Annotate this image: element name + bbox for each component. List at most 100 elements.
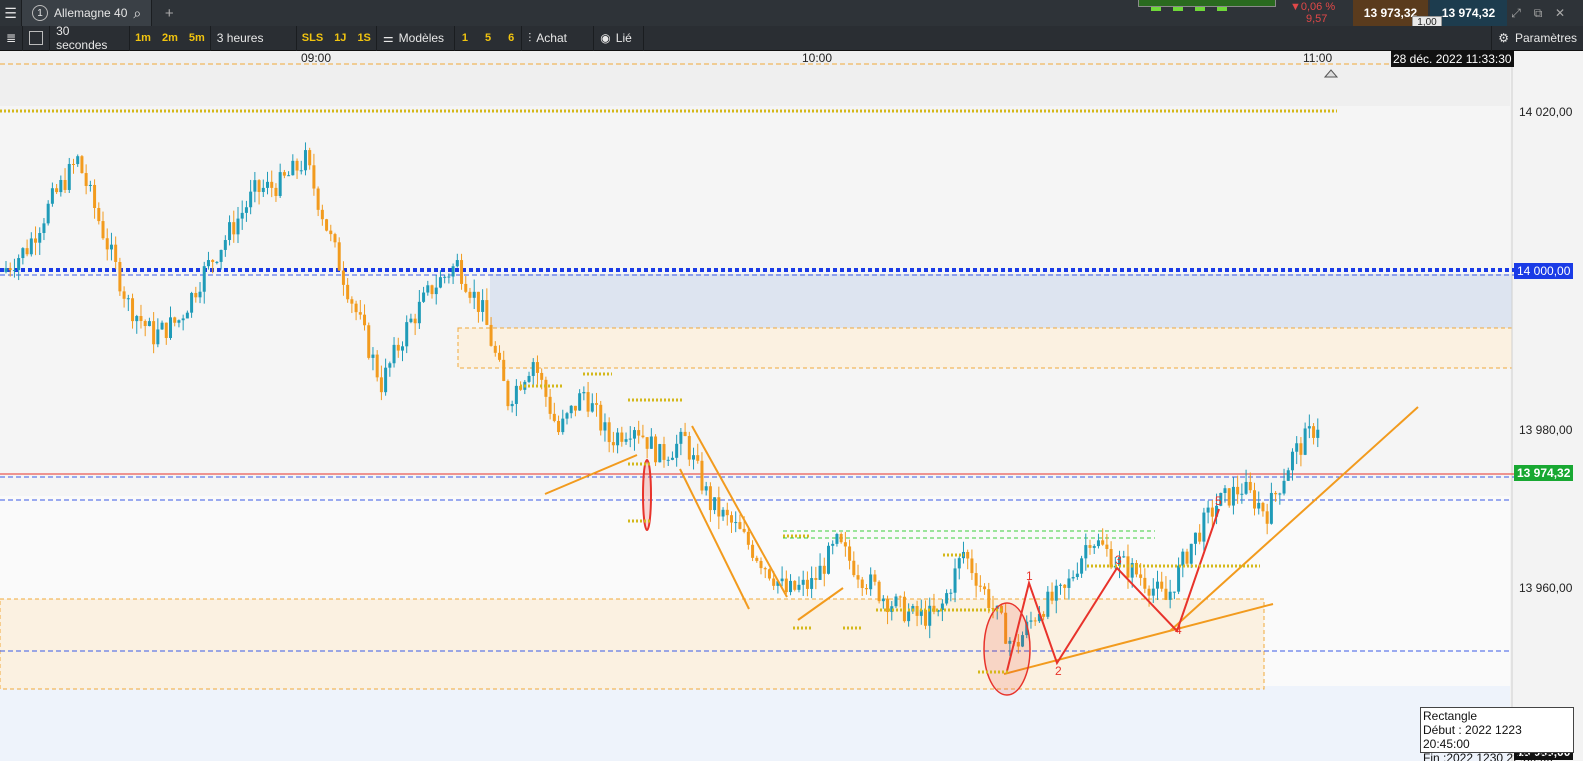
candle-body: [839, 534, 843, 543]
candle-body: [346, 284, 350, 300]
candle-body: [88, 184, 92, 186]
settings-button[interactable]: ⚙ Paramètres: [1491, 25, 1583, 51]
tf-5m-button[interactable]: 5m: [186, 32, 208, 44]
candle-body: [455, 260, 459, 267]
wave-label-2[interactable]: 2: [1055, 664, 1062, 678]
candle-body: [1193, 532, 1197, 544]
candle-body: [400, 346, 404, 351]
linked-label: Lié: [615, 31, 632, 45]
candle-body: [1286, 470, 1290, 481]
settings-label: Paramètres: [1514, 31, 1577, 45]
candle-body: [320, 209, 324, 220]
candle-body: [244, 207, 248, 213]
candle-body: [367, 325, 371, 358]
buy-button[interactable]: ⫶ Achat: [522, 25, 595, 51]
orange-zone-upper: [457, 327, 1513, 369]
candle-body: [793, 580, 797, 590]
candle-body: [780, 578, 784, 582]
candle-body: [590, 403, 594, 412]
candle-body: [261, 187, 265, 192]
instrument-tab[interactable]: 1 Allemagne 40 ⌕: [22, 0, 153, 26]
candle-body: [409, 318, 413, 323]
candle-body: [628, 438, 632, 440]
candle-body: [797, 584, 801, 590]
hamburger-icon[interactable]: ☰: [0, 0, 22, 26]
candle-body: [498, 352, 501, 360]
candle-body: [295, 160, 299, 171]
candle-body: [649, 436, 653, 449]
linked-button[interactable]: ◉ Lié: [594, 25, 645, 51]
red-ellipse-large[interactable]: [983, 602, 1031, 696]
candle-body: [101, 221, 105, 239]
candle-body: [34, 238, 38, 243]
candle-body: [29, 238, 33, 255]
candle-body: [84, 173, 88, 186]
candle-body: [759, 560, 763, 569]
candle-body: [987, 589, 991, 608]
blue-zone: [490, 274, 1512, 329]
popout-icon[interactable]: ⧉: [1527, 0, 1549, 26]
candle-body: [1042, 613, 1046, 617]
range-select[interactable]: 3 heures: [211, 25, 297, 51]
candle-body: [1316, 429, 1320, 438]
tf-1j-button[interactable]: 1J: [331, 32, 349, 44]
price-chart[interactable]: 12345 09:00 10:00 11:00 28 déc. 2022 11:…: [0, 51, 1583, 761]
candle-body: [632, 430, 636, 439]
candle-body: [603, 422, 607, 431]
candle-body: [1261, 502, 1265, 512]
candle-body: [717, 497, 721, 517]
wave-label-5[interactable]: 5: [1215, 494, 1222, 508]
eye-icon: ◉: [600, 31, 611, 45]
info-start: Début : 2022 1223 20:45:00: [1423, 723, 1522, 751]
candle-body: [957, 558, 961, 569]
change-percent: ▼0,06 %: [1290, 1, 1336, 13]
candle-body: [561, 418, 565, 433]
candle-body: [595, 403, 599, 405]
candle-body: [1295, 443, 1299, 452]
models-button[interactable]: ⚌ Modèles: [377, 25, 455, 51]
tf-2m-button[interactable]: 2m: [159, 32, 181, 44]
time-label-0900: 09:00: [301, 51, 332, 65]
candle-body: [8, 268, 12, 271]
wave-label-4[interactable]: 4: [1175, 623, 1182, 637]
tf-1m-button[interactable]: 1m: [132, 32, 154, 44]
candle-body: [1105, 544, 1109, 549]
layout-icon[interactable]: [23, 25, 51, 51]
candle-body: [55, 188, 59, 193]
preset-5-button[interactable]: 5: [482, 32, 494, 44]
minimize-icon[interactable]: ⤢: [1505, 0, 1527, 26]
interval-select[interactable]: 30 secondes: [50, 24, 131, 52]
candle-body: [1029, 620, 1033, 622]
candle-body: [1050, 591, 1054, 601]
candle-body: [1282, 480, 1286, 494]
candle-body: [738, 522, 742, 529]
candle-body: [156, 329, 160, 345]
candle-body: [611, 442, 615, 446]
candle-body: [489, 324, 493, 346]
candle-body: [1312, 426, 1316, 438]
candle-body: [1210, 507, 1214, 517]
candle-body: [1067, 578, 1071, 588]
candle-body: [21, 248, 25, 259]
candle-body: [109, 244, 113, 250]
chart-canvas[interactable]: 12345: [0, 51, 1583, 761]
candle-body: [451, 266, 455, 277]
add-tab-button[interactable]: +: [152, 5, 186, 22]
list-icon[interactable]: ≣: [0, 25, 24, 51]
candle-body: [371, 354, 375, 358]
mini-sparkline: [1138, 0, 1276, 11]
info-title: Rectangle: [1423, 709, 1478, 723]
candle-body: [1168, 591, 1172, 600]
candle-body: [692, 455, 696, 460]
wave-label-1[interactable]: 1: [1026, 569, 1033, 583]
candle-body: [814, 578, 818, 580]
preset-1-button[interactable]: 1: [459, 32, 471, 44]
sls-button[interactable]: SLS: [299, 32, 326, 44]
candle-body: [211, 260, 215, 262]
tf-1s-button[interactable]: 1S: [354, 32, 373, 44]
candle-body: [481, 300, 485, 312]
close-icon[interactable]: ✕: [1549, 0, 1571, 26]
preset-6-button[interactable]: 6: [505, 32, 517, 44]
search-icon[interactable]: ⌕: [133, 5, 141, 22]
candle-body: [624, 439, 628, 442]
